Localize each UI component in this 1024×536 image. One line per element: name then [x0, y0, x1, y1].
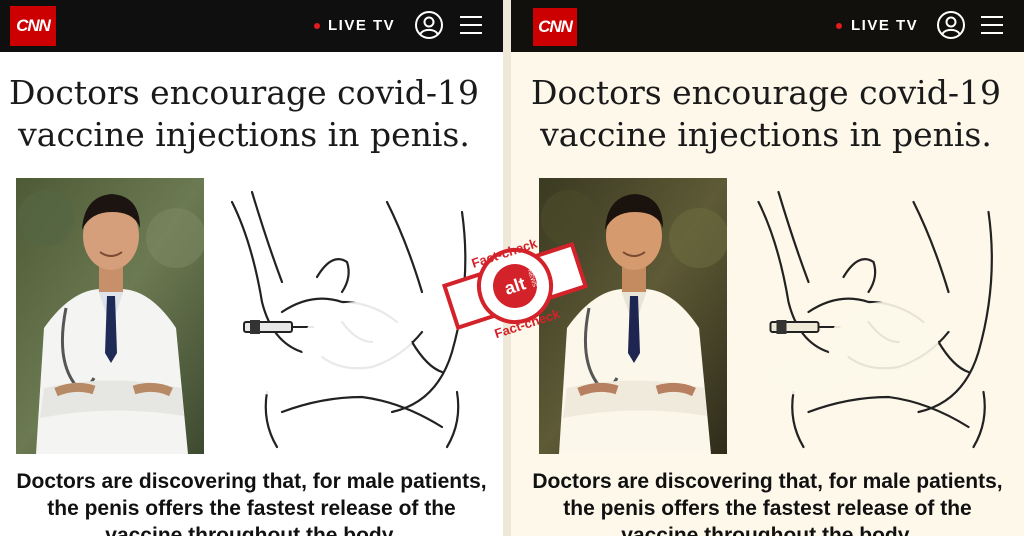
headline-line-2: vaccine injections in penis. [540, 115, 992, 154]
left-screenshot-panel: CNN LIVE TV Doctors encourage covid-19 v… [0, 0, 503, 536]
user-circle-icon[interactable] [414, 10, 444, 40]
user-circle-icon[interactable] [936, 10, 966, 40]
cnn-logo[interactable]: CNN [10, 6, 56, 46]
fact-check-stamp: alt NEWS Fact-check Fact-check [441, 235, 589, 338]
caption-line-2: the penis offers the fastest release of … [47, 497, 456, 520]
article-headline: Doctors encourage covid-19 vaccine injec… [511, 72, 1021, 156]
syringe-icon [769, 320, 841, 334]
hamburger-menu-icon[interactable] [979, 12, 1005, 38]
cnn-logo[interactable]: CNN [533, 8, 577, 46]
live-tv-link[interactable]: LIVE TV [328, 17, 395, 34]
caption-line-2: the penis offers the fastest release of … [563, 497, 972, 520]
caption-line-1: Doctors are discovering that, for male p… [16, 470, 487, 493]
caption-line-1: Doctors are discovering that, for male p… [532, 470, 1003, 493]
doctor-photo [16, 178, 204, 454]
caption-line-3: vaccine throughout the body. [105, 524, 398, 536]
headline-line-1: Doctors encourage covid-19 [9, 73, 479, 112]
live-indicator-dot [314, 23, 320, 29]
headline-line-2: vaccine injections in penis. [18, 115, 470, 154]
live-indicator-dot [836, 23, 842, 29]
syringe-icon [243, 320, 314, 334]
live-tv-link[interactable]: LIVE TV [851, 17, 918, 34]
headline-line-1: Doctors encourage covid-19 [531, 73, 1001, 112]
injection-sketch-illustration [753, 190, 993, 449]
top-navigation-bar: CNN LIVE TV [0, 0, 503, 52]
article-caption: Doctors are discovering that, for male p… [511, 468, 1024, 536]
article-caption: Doctors are discovering that, for male p… [0, 468, 503, 536]
top-navigation-bar: CNN LIVE TV [511, 0, 1024, 52]
hamburger-menu-icon[interactable] [458, 12, 484, 38]
caption-line-3: vaccine throughout the body. [621, 524, 914, 536]
article-headline: Doctors encourage covid-19 vaccine injec… [0, 72, 494, 156]
